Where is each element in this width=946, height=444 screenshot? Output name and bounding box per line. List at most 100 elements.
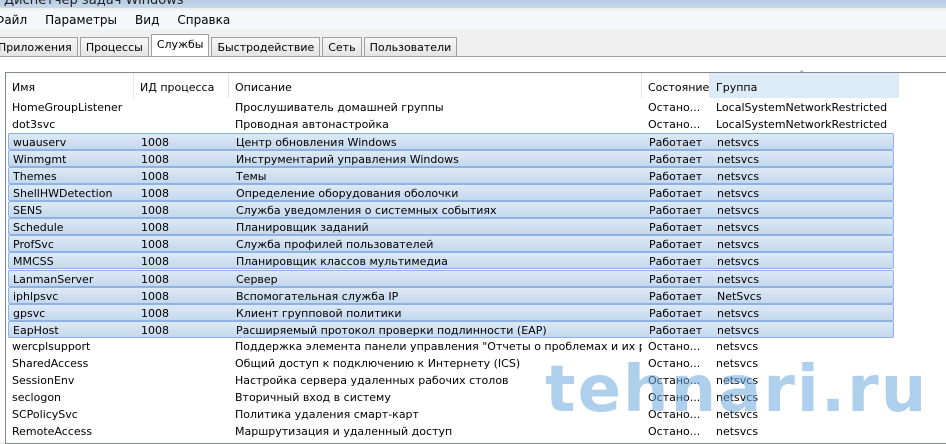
- menu-item[interactable]: Справка: [177, 13, 230, 27]
- table-row[interactable]: dot3svc Проводная автонастройка Остано... L…: [8, 116, 894, 133]
- cell-description: Центр обновления Windows: [236, 136, 397, 150]
- menu-item[interactable]: Файл: [0, 13, 27, 27]
- table-row[interactable]: gpsvc 1008 Клиент групповой политики Работа…: [8, 303, 894, 321]
- cell-name: wuauserv: [13, 136, 67, 150]
- menu-item[interactable]: Параметры: [45, 13, 117, 27]
- cell-group: netsvcs: [717, 153, 760, 167]
- tab-3[interactable]: Быстродействие: [211, 37, 321, 57]
- table-row[interactable]: Themes 1008 Темы Работает netsvcs: [8, 167, 894, 185]
- cell-name: HomeGroupListener: [12, 101, 123, 114]
- cell-pid: 1008: [141, 136, 169, 150]
- column-header[interactable]: Описание: [229, 73, 642, 98]
- cell-group: netsvcs: [717, 170, 760, 184]
- cell-name: Themes: [13, 170, 57, 184]
- cell-group: NetSvcs: [717, 289, 762, 303]
- table-row[interactable]: iphlpsvc 1008 Вспомогательная служба IP Раб…: [8, 286, 894, 304]
- cell-description: Служба профилей пользователей: [236, 238, 434, 252]
- cell-name: SharedAccess: [12, 356, 89, 370]
- cell-description: Клиент групповой политики: [236, 306, 402, 320]
- cell-pid: 1008: [141, 204, 169, 218]
- cell-state: Работает: [649, 221, 703, 235]
- cell-pid: 1008: [141, 221, 169, 235]
- tab-2[interactable]: Службы: [150, 34, 210, 57]
- cell-name: wercplsupport: [12, 339, 91, 353]
- cell-group: netsvcs: [717, 136, 760, 150]
- cell-state: Работает: [649, 306, 703, 320]
- sort-ascending-icon: ^: [798, 70, 806, 80]
- cell-group: netsvcs: [717, 204, 760, 218]
- table-row[interactable]: ProfSvc 1008 Служба профилей пользователей…: [8, 235, 894, 253]
- cell-description: Прослушиватель домашней группы: [235, 101, 444, 114]
- cell-pid: 1008: [141, 170, 169, 184]
- cell-name: SCPolicySvc: [12, 407, 78, 421]
- cell-group: netsvcs: [717, 187, 760, 201]
- column-header[interactable]: Имя: [6, 73, 134, 98]
- table-header: Имя ИД процесса Описание Состояние Группа ^: [6, 70, 946, 98]
- cell-description: Планировщик заданий: [236, 221, 369, 235]
- cell-group: LocalSystemNetworkRestricted: [716, 101, 888, 114]
- cell-state: Работает: [649, 170, 703, 184]
- cell-pid: 1008: [141, 306, 169, 320]
- cell-state: Работает: [649, 238, 703, 252]
- cell-state: Работает: [649, 204, 703, 218]
- cell-pid: 1008: [141, 153, 169, 167]
- table-row[interactable]: ShellHWDetection 1008 Определение оборудов…: [8, 184, 894, 202]
- table-row[interactable]: wuauserv 1008 Центр обновления Windows Рабо…: [8, 133, 894, 151]
- cell-name: RemoteAccess: [12, 424, 93, 438]
- cell-name: SENS: [13, 204, 43, 218]
- cell-pid: 1008: [141, 272, 169, 286]
- column-header[interactable]: Состояние: [642, 73, 710, 98]
- table-row[interactable]: LanmanServer 1008 Сервер Работает netsvcs: [8, 269, 894, 287]
- cell-description: Проводная автонастройка: [235, 118, 389, 132]
- cell-description: Вспомогательная служба IP: [236, 289, 399, 303]
- title-bar: Диспетчер задач Windows: [0, 0, 946, 8]
- cell-state: Работает: [649, 323, 703, 337]
- cell-group: netsvcs: [717, 238, 760, 252]
- cell-state: Работает: [649, 136, 703, 150]
- cell-group: netsvcs: [717, 221, 760, 235]
- cell-state: Остано...: [648, 118, 701, 132]
- cell-group: netsvcs: [717, 272, 760, 286]
- cell-state: Работает: [649, 255, 703, 269]
- tab-0[interactable]: Приложения: [0, 37, 78, 57]
- cell-pid: 1008: [141, 323, 169, 337]
- cell-name: gpsvc: [13, 306, 46, 320]
- cell-state: Остано...: [648, 101, 701, 114]
- tab-4[interactable]: Сеть: [322, 37, 362, 57]
- cell-state: Работает: [649, 187, 703, 201]
- cell-name: Winmgmt: [13, 153, 67, 167]
- cell-name: Schedule: [13, 221, 64, 235]
- table-row[interactable]: Schedule 1008 Планировщик заданий Работает n…: [8, 218, 894, 236]
- cell-description: Расширяемый протокол проверки подлинност…: [236, 323, 547, 337]
- cell-state: Работает: [649, 272, 703, 286]
- tab-strip: Приложения Процессы Службы Быстродействие Се…: [0, 34, 459, 57]
- cell-group: netsvcs: [717, 323, 760, 337]
- tab-1[interactable]: Процессы: [79, 37, 149, 57]
- table-row[interactable]: Winmgmt 1008 Инструментарий управления Win…: [8, 150, 894, 168]
- cell-name: iphlpsvc: [13, 289, 59, 303]
- cell-name: ShellHWDetection: [13, 187, 113, 201]
- cell-description: Служба уведомления о системных событиях: [236, 204, 497, 218]
- cell-group: LocalSystemNetworkRestricted: [716, 118, 888, 132]
- cell-pid: 1008: [141, 255, 169, 269]
- cell-description: Темы: [236, 170, 267, 184]
- menu-item[interactable]: Вид: [135, 13, 159, 27]
- cell-state: Работает: [649, 289, 703, 303]
- cell-description: Планировщик классов мультимедиа: [236, 255, 448, 269]
- cell-name: seclogon: [12, 390, 62, 404]
- menu-bar: Файл Параметры Вид Справка: [0, 10, 946, 30]
- table-row[interactable]: HomeGroupListener Прослушиватель домашней…: [8, 99, 894, 116]
- table-row[interactable]: SENS 1008 Служба уведомления о системных с…: [8, 201, 894, 219]
- cell-state: Работает: [649, 153, 703, 167]
- table-row[interactable]: MMCSS 1008 Планировщик классов мультимедиа…: [8, 252, 894, 270]
- cell-pid: 1008: [141, 187, 169, 201]
- column-header[interactable]: ИД процесса: [134, 73, 229, 98]
- table-row[interactable]: EapHost 1008 Расширяемый протокол проверки…: [8, 320, 894, 338]
- cell-description: Инструментарий управления Windows: [236, 153, 459, 167]
- tab-5[interactable]: Пользователи: [363, 37, 458, 57]
- cell-name: LanmanServer: [13, 272, 94, 286]
- cell-name: EapHost: [13, 323, 59, 337]
- cell-description: Сервер: [236, 272, 278, 286]
- cell-group: netsvcs: [717, 306, 760, 320]
- cell-name: ProfSvc: [13, 238, 54, 252]
